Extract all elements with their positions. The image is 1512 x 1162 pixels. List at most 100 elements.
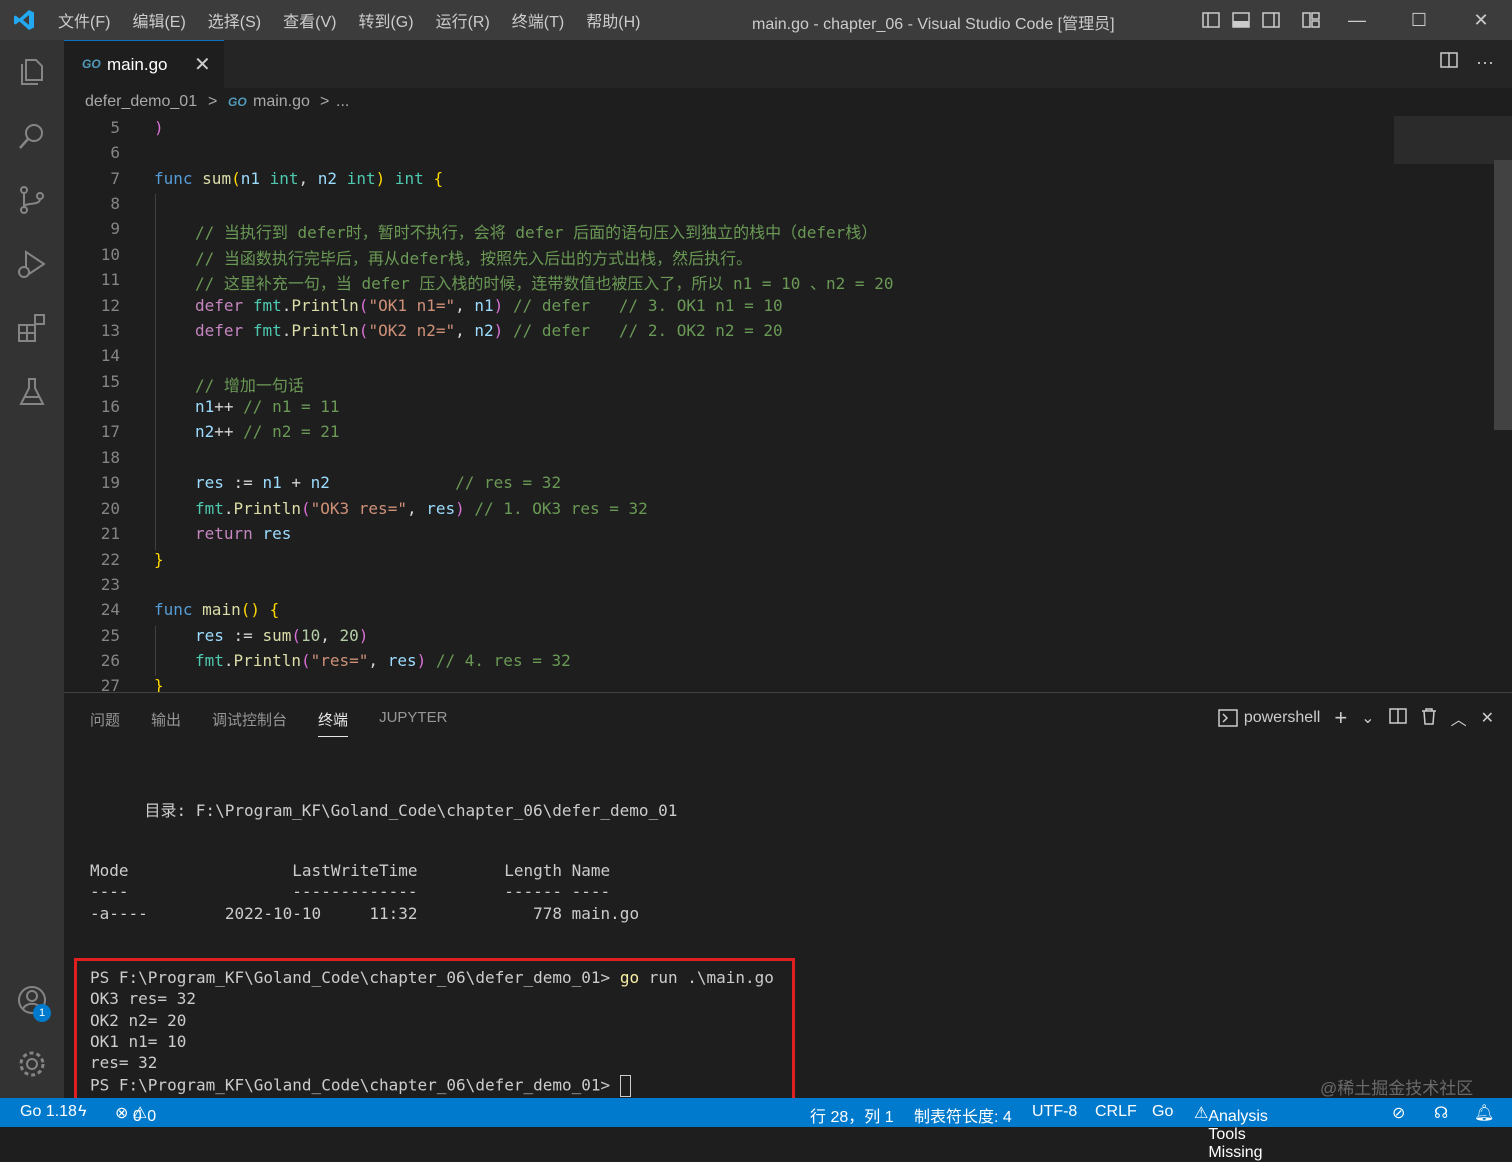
toggle-panel-icon[interactable] xyxy=(1226,0,1256,40)
maximize-panel-icon[interactable]: ︿ xyxy=(1451,706,1467,730)
tab-label: main.go xyxy=(107,55,168,74)
accounts-badge: 1 xyxy=(33,1004,51,1022)
breadcrumb-symbols[interactable]: ... xyxy=(336,93,349,111)
menu-view[interactable]: 查看(V) xyxy=(283,8,336,32)
window-controls: — ☐ ✕ xyxy=(1196,0,1512,40)
tab-problems[interactable]: 问题 xyxy=(90,709,120,737)
code-editor[interactable]: 5) 6 7 func sum(n1 int, n2 int) int { 8 9… xyxy=(64,116,1494,692)
encoding[interactable]: UTF-8 xyxy=(1032,1103,1077,1121)
minimap-slider[interactable] xyxy=(1394,116,1512,164)
chevron-down-icon[interactable]: ⌄ xyxy=(1361,708,1374,728)
line-ending[interactable]: CRLF xyxy=(1095,1103,1137,1121)
tab-main-go[interactable]: GO main.go ✕ xyxy=(64,40,224,88)
run-debug-icon[interactable] xyxy=(16,248,48,280)
shell-name: powershell xyxy=(1243,709,1321,726)
testing-icon[interactable] xyxy=(16,376,48,408)
menu-selection[interactable]: 选择(S) xyxy=(208,8,261,32)
code-line: res := n1 + n2 // res = 32 xyxy=(195,473,562,492)
indentation[interactable]: 制表符长度: 4 xyxy=(914,1103,1012,1127)
line-number: 8 xyxy=(110,194,120,213)
go-file-icon: GO xyxy=(82,57,101,71)
menu-edit[interactable]: 编辑(E) xyxy=(132,8,185,32)
settings-gear-icon[interactable] xyxy=(16,1048,48,1080)
terminal-line: 目录: F:\Program_KF\Goland_Code\chapter_06… xyxy=(106,801,678,820)
code-line: func sum(n1 int, n2 int) int { xyxy=(154,169,444,188)
line-number: 24 xyxy=(100,600,120,619)
line-number: 26 xyxy=(100,651,120,670)
search-icon[interactable] xyxy=(16,120,48,152)
line-number: 14 xyxy=(100,346,120,365)
errors-indicator[interactable]: ⊗ 0 ⚠ 0 xyxy=(115,1103,156,1125)
trash-icon[interactable] xyxy=(1421,707,1437,730)
breadcrumb-folder[interactable]: defer_demo_01 xyxy=(85,93,197,111)
tab-output[interactable]: 输出 xyxy=(151,709,181,737)
minimize-icon[interactable]: — xyxy=(1326,0,1388,40)
indent-guide xyxy=(155,626,156,676)
close-panel-icon[interactable]: ✕ xyxy=(1481,708,1494,728)
panel-toolbar: powershell + ⌄ ︿ ✕ xyxy=(1218,705,1494,731)
vscode-logo-icon xyxy=(14,10,34,30)
maximize-icon[interactable]: ☐ xyxy=(1388,0,1450,40)
error-count: 0 xyxy=(132,1108,142,1125)
status-bar: Go 1.18 ϟ ⊗ 0 ⚠ 0 行 28，列 1 制表符长度: 4 UTF-… xyxy=(0,1098,1512,1161)
cursor-position[interactable]: 行 28，列 1 xyxy=(810,1103,894,1127)
breadcrumb-file[interactable]: main.go xyxy=(253,93,310,111)
panel-tabs: 问题 输出 调试控制台 终端 JUPYTER xyxy=(90,709,478,737)
extensions-icon[interactable] xyxy=(16,312,48,344)
line-number: 7 xyxy=(110,169,120,188)
menu-help[interactable]: 帮助(H) xyxy=(586,8,640,32)
code-comment: // 当函数执行完毕后，再从defer栈，按照先入后出的方式出栈，然后执行。 xyxy=(195,249,753,268)
code-line: return res xyxy=(195,524,292,543)
analysis-tools-warning[interactable]: ⚠ Analysis Tools Missing xyxy=(1194,1103,1268,1161)
code-line: defer fmt.Println("OK1 n1=", n1) // defe… xyxy=(195,296,783,315)
indent-guide xyxy=(155,194,156,550)
live-share-icon[interactable]: ⊘ xyxy=(1392,1103,1405,1123)
customize-layout-icon[interactable] xyxy=(1296,0,1326,40)
analysis-label: Analysis Tools Missing xyxy=(1208,1108,1268,1161)
menu-run[interactable]: 运行(R) xyxy=(436,8,490,32)
terminal-shell-selector[interactable]: powershell xyxy=(1218,709,1320,727)
notifications-bell-icon[interactable]: 🔔︎ xyxy=(1474,1103,1494,1123)
window-title: main.go - chapter_06 - Visual Studio Cod… xyxy=(752,16,1115,33)
new-terminal-icon[interactable]: + xyxy=(1334,705,1347,731)
code-line: fmt.Println("OK3 res=", res) // 1. OK3 r… xyxy=(195,499,648,518)
code-line: } xyxy=(154,676,164,692)
editor-scrollbar[interactable] xyxy=(1494,160,1512,430)
line-number: 17 xyxy=(100,422,120,441)
line-number: 15 xyxy=(100,372,120,391)
code-line: func main() { xyxy=(154,600,280,619)
source-control-icon[interactable] xyxy=(16,184,48,216)
tab-terminal[interactable]: 终端 xyxy=(318,709,349,737)
menu-bar: 文件(F) 编辑(E) 选择(S) 查看(V) 转到(G) 运行(R) 终端(T… xyxy=(58,0,662,40)
menu-file[interactable]: 文件(F) xyxy=(58,8,110,32)
tab-debug-console[interactable]: 调试控制台 xyxy=(212,709,287,737)
code-line: fmt.Println("res=", res) // 4. res = 32 xyxy=(195,651,571,670)
lightning-icon: ϟ xyxy=(78,1103,87,1120)
tab-jupyter[interactable]: JUPYTER xyxy=(379,709,447,737)
explorer-icon[interactable] xyxy=(16,56,48,88)
close-tab-icon[interactable]: ✕ xyxy=(194,52,211,77)
code-comment: // 当执行到 defer时，暂时不执行，会将 defer 后面的语句压入到独立… xyxy=(195,223,878,242)
language-mode[interactable]: Go xyxy=(1152,1103,1173,1121)
toggle-primary-sidebar-icon[interactable] xyxy=(1196,0,1226,40)
more-actions-icon[interactable]: ··· xyxy=(1476,52,1494,73)
line-number: 5 xyxy=(110,118,120,137)
line-number: 12 xyxy=(100,296,120,315)
split-terminal-icon[interactable] xyxy=(1388,707,1407,729)
line-number: 6 xyxy=(110,143,120,162)
menu-go[interactable]: 转到(G) xyxy=(358,8,413,32)
go-version[interactable]: Go 1.18 xyxy=(20,1103,77,1121)
toggle-secondary-sidebar-icon[interactable] xyxy=(1256,0,1286,40)
line-number: 9 xyxy=(110,219,120,238)
code-line: ) xyxy=(154,118,164,137)
feedback-icon[interactable]: ☊ xyxy=(1434,1103,1448,1123)
terminal-line: ---- ------------- ------ ---- xyxy=(90,882,611,901)
code-comment: // 增加一句话 xyxy=(195,376,304,395)
line-number: 13 xyxy=(100,321,120,340)
line-number: 27 xyxy=(100,676,120,692)
line-number: 25 xyxy=(100,626,120,645)
menu-terminal[interactable]: 终端(T) xyxy=(512,8,564,32)
split-editor-icon[interactable] xyxy=(1440,52,1458,73)
code-line: n1++ // n1 = 11 xyxy=(195,397,340,416)
close-window-icon[interactable]: ✕ xyxy=(1450,0,1512,40)
